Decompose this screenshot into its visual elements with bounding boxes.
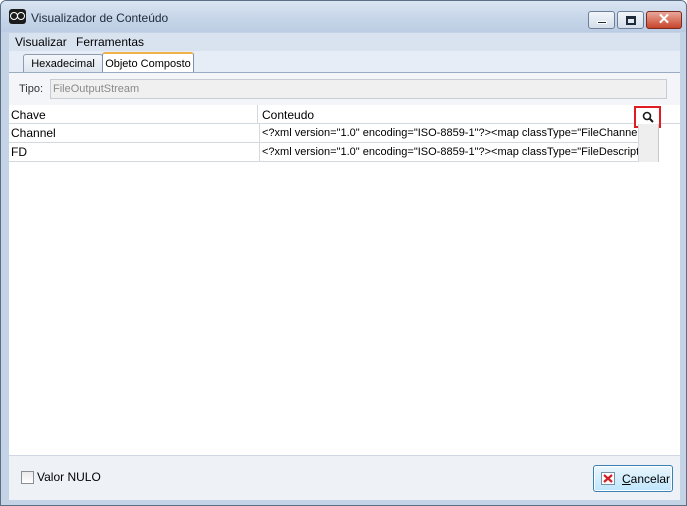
tipo-row: Tipo: FileOutputStream bbox=[9, 73, 680, 105]
dialog-footer: Valor NULO Cancelar bbox=[9, 455, 680, 500]
app-icon bbox=[9, 9, 26, 24]
minimize-button[interactable] bbox=[588, 11, 615, 29]
minimize-icon bbox=[597, 21, 607, 24]
cancel-button[interactable]: Cancelar bbox=[593, 465, 673, 492]
table-row[interactable]: Channel <?xml version="1.0" encoding="IS… bbox=[9, 124, 659, 143]
table-row[interactable]: FD <?xml version="1.0" encoding="ISO-885… bbox=[9, 143, 659, 162]
valor-nulo-checkbox[interactable] bbox=[21, 471, 34, 484]
valor-nulo-label[interactable]: Valor NULO bbox=[37, 470, 101, 484]
title-bar[interactable]: Visualizador de Conteúdo ✕ bbox=[1, 1, 686, 32]
menu-bar: Visualizar Ferramentas bbox=[9, 33, 680, 51]
row-edit-button[interactable] bbox=[639, 124, 659, 143]
cell-key[interactable]: FD bbox=[11, 145, 27, 159]
tipo-label: Tipo: bbox=[19, 83, 44, 95]
cell-conteudo[interactable]: <?xml version="1.0" encoding="ISO-8859-1… bbox=[259, 143, 639, 162]
menu-visualizar[interactable]: Visualizar bbox=[15, 35, 67, 49]
cancel-x-icon bbox=[601, 472, 615, 485]
cell-conteudo[interactable]: <?xml version="1.0" encoding="ISO-8859-1… bbox=[259, 124, 639, 143]
cancel-button-label: Cancelar bbox=[622, 472, 671, 486]
tab-hexadecimal[interactable]: Hexadecimal bbox=[23, 54, 103, 72]
tab-strip: Hexadecimal Objeto Composto bbox=[9, 51, 680, 72]
grid-header: Chave Conteudo bbox=[9, 105, 680, 124]
column-header-conteudo[interactable]: Conteudo bbox=[262, 108, 314, 122]
tab-objeto-composto[interactable]: Objeto Composto bbox=[102, 52, 194, 72]
cell-key[interactable]: Channel bbox=[11, 126, 56, 140]
menu-ferramentas[interactable]: Ferramentas bbox=[76, 35, 144, 49]
row-edit-button[interactable] bbox=[639, 143, 659, 162]
maximize-button[interactable] bbox=[617, 11, 644, 29]
magnifier-icon bbox=[642, 111, 654, 123]
column-divider[interactable] bbox=[257, 105, 258, 124]
close-icon: ✕ bbox=[657, 11, 671, 28]
column-header-chave[interactable]: Chave bbox=[11, 108, 46, 122]
content-viewer-window: Visualizador de Conteúdo ✕ Visualizar Fe… bbox=[0, 0, 687, 506]
close-button[interactable]: ✕ bbox=[646, 11, 682, 29]
maximize-icon bbox=[626, 16, 636, 25]
tab-content-panel: Tipo: FileOutputStream Chave Conteudo Ch… bbox=[9, 72, 680, 455]
window-title: Visualizador de Conteúdo bbox=[31, 11, 169, 25]
tipo-field: FileOutputStream bbox=[50, 79, 667, 99]
